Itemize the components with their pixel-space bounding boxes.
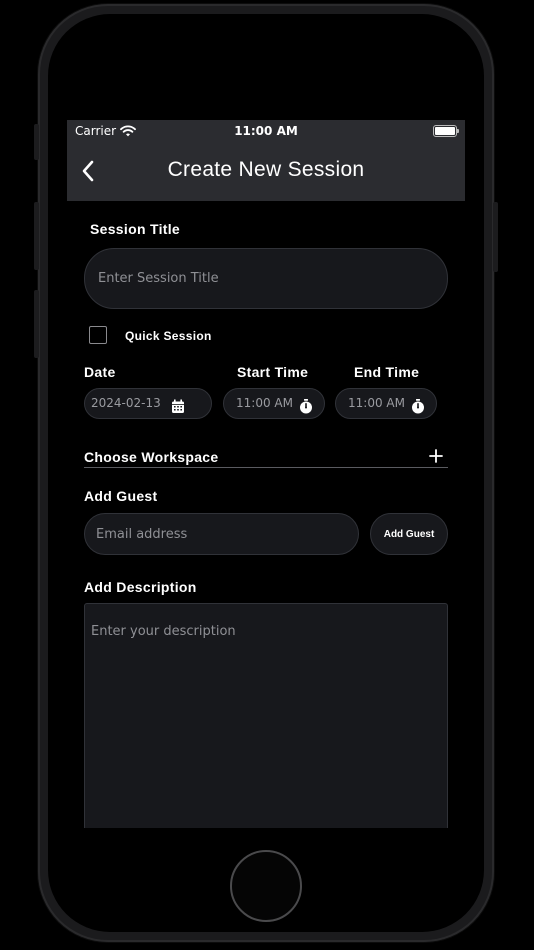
volume-down-button (34, 290, 39, 358)
plus-icon[interactable] (429, 448, 443, 467)
guest-email-input[interactable] (84, 513, 359, 555)
home-button[interactable] (230, 850, 302, 922)
session-title-input[interactable] (84, 248, 448, 309)
start-time-value: 11:00 AM (236, 396, 293, 410)
choose-workspace-label[interactable]: Choose Workspace (84, 449, 218, 465)
stopwatch-icon (299, 396, 313, 425)
page-title: Create New Session (167, 158, 365, 181)
description-textarea[interactable] (84, 603, 448, 828)
app-screen: Carrier 11:00 AM Create New Session Sess… (67, 120, 465, 828)
end-time-label: End Time (354, 364, 420, 380)
status-time: 11:00 AM (234, 124, 298, 138)
workspace-divider (84, 467, 448, 468)
navigation-bar: Create New Session (67, 142, 465, 201)
start-time-picker[interactable]: 11:00 AM (223, 388, 325, 419)
add-description-label: Add Description (84, 579, 197, 595)
add-guest-button[interactable]: Add Guest (370, 513, 448, 555)
status-bar: Carrier 11:00 AM (67, 120, 465, 142)
session-title-label: Session Title (90, 221, 181, 237)
add-guest-label: Add Guest (84, 488, 158, 504)
power-button (493, 202, 498, 272)
quick-session-label: Quick Session (125, 329, 212, 343)
date-picker[interactable]: 2024-02-13 (84, 388, 212, 419)
calendar-icon (171, 396, 185, 425)
end-time-picker[interactable]: 11:00 AM (335, 388, 437, 419)
mute-switch (34, 124, 39, 160)
session-form: Session Title Quick Session Date Start T… (67, 201, 465, 828)
quick-session-checkbox[interactable] (89, 326, 107, 344)
date-label: Date (84, 364, 116, 380)
date-value: 2024-02-13 (91, 396, 161, 410)
volume-up-button (34, 202, 39, 270)
battery-icon (433, 125, 459, 137)
stopwatch-icon (411, 396, 425, 425)
end-time-value: 11:00 AM (348, 396, 405, 410)
start-time-label: Start Time (237, 364, 309, 380)
